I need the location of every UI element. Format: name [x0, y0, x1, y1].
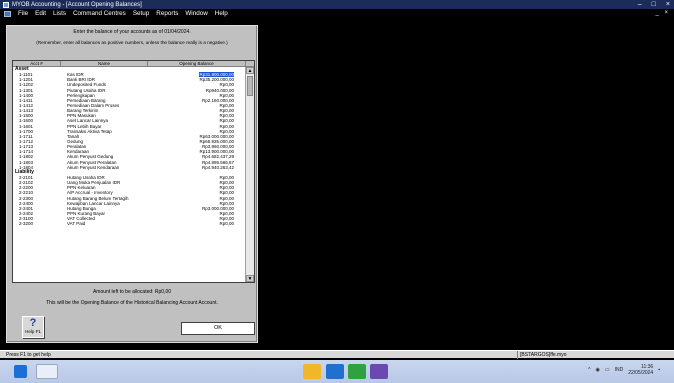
instruction-text: Enter the balance of your accounts as of… — [73, 29, 191, 35]
opening-balance-field[interactable]: Rp0,00 — [148, 221, 246, 226]
document-icon[interactable] — [4, 10, 11, 17]
maximize-button[interactable]: □ — [652, 0, 656, 9]
opening-balance-field[interactable]: Rp4.940.263,42 — [148, 165, 246, 170]
scroll-thumb[interactable] — [247, 76, 253, 96]
help-icon: ? — [29, 317, 37, 329]
keyboard-icon[interactable]: ▭ — [605, 367, 610, 373]
balances-grid: Acct # Name Opening Balance Asset 1-1101 K… — [12, 60, 255, 283]
network-icon[interactable]: ◉ — [595, 367, 599, 373]
opening-balances-dialog: Enter the balance of your accounts as of… — [6, 25, 258, 343]
search-box[interactable] — [36, 364, 58, 379]
opening-balance-value[interactable]: Rp4.940.263,42 — [202, 165, 234, 170]
menu-command-centres[interactable]: Command Centres — [73, 10, 126, 17]
status-bar: Press F1 to get help [BSTARGOS]ffe.myo — [0, 350, 674, 359]
table-row[interactable]: 2-3200 VAT Paid Rp0,00 — [13, 221, 254, 226]
help-button[interactable]: ? Help F1 — [22, 316, 44, 338]
file-explorer-icon[interactable] — [303, 364, 321, 379]
menu-reports[interactable]: Reports — [156, 10, 178, 17]
myob-taskbar-icon[interactable] — [370, 364, 388, 379]
menu-window[interactable]: Window — [185, 10, 207, 17]
menu-edit[interactable]: Edit — [35, 10, 46, 17]
menu-setup[interactable]: Setup — [133, 10, 149, 17]
clock[interactable]: 11:36 22/05/2024 — [628, 364, 653, 376]
historical-balancing-note: This will be the Opening Balance of the … — [46, 300, 218, 306]
system-tray: ^ ◉ ▭ IND 11:36 22/05/2024 ▪ — [588, 364, 660, 376]
menu-file[interactable]: File — [18, 10, 28, 17]
help-label: Help F1 — [25, 329, 41, 334]
mdi-window-controls[interactable]: _ × — [655, 9, 670, 18]
store-icon[interactable] — [326, 364, 344, 379]
header-balance[interactable]: Opening Balance — [148, 61, 246, 66]
status-file-path: [BSTARGOS]ffe.myo — [520, 352, 567, 358]
opening-balance-value[interactable]: Rp0,00 — [219, 221, 234, 226]
status-help-text: Press F1 to get help — [6, 352, 51, 358]
clock-date: 22/05/2024 — [628, 370, 654, 376]
scroll-up-icon[interactable]: ▲ — [246, 67, 254, 74]
language-indicator[interactable]: IND — [615, 367, 624, 373]
title-bar: MYOB Accounting - [Account Opening Balan… — [0, 0, 674, 9]
scroll-down-icon[interactable]: ▼ — [246, 275, 254, 282]
status-divider — [517, 351, 518, 359]
grid-rows: Asset 1-1101 Kas IDR Rp31.800.000,00 1-1201 B… — [13, 66, 254, 226]
menu-bar: File Edit Lists Command Centres Setup Re… — [0, 9, 674, 18]
ok-button[interactable]: OK — [181, 322, 255, 335]
amount-left-to-allocate: Amount left to be allocated: Rp0,00 — [92, 289, 172, 295]
grid-scrollbar[interactable]: ▲ ▼ — [245, 67, 254, 282]
minimize-button[interactable]: – — [638, 0, 642, 9]
header-name[interactable]: Name — [61, 61, 148, 66]
acct-number: 2-3200 — [19, 221, 34, 227]
window-title: MYOB Accounting - [Account Opening Balan… — [12, 1, 142, 8]
windows-start-icon[interactable] — [14, 365, 27, 378]
menu-lists[interactable]: Lists — [53, 10, 66, 17]
account-name: Akum Penyust Kendaraan — [67, 164, 120, 170]
taskbar: ^ ◉ ▭ IND 11:36 22/05/2024 ▪ — [0, 360, 674, 383]
menu-help[interactable]: Help — [215, 10, 228, 17]
tray-overflow-icon[interactable]: ^ — [588, 367, 590, 373]
myob-app-icon — [3, 1, 9, 8]
notification-icon[interactable]: ▪ — [658, 367, 660, 373]
close-button[interactable]: × — [666, 0, 670, 9]
account-name: VAT Paid — [67, 221, 86, 227]
app-taskbar-icon[interactable] — [348, 364, 366, 379]
instruction-note: (Remember, enter all balances as positiv… — [36, 40, 228, 45]
